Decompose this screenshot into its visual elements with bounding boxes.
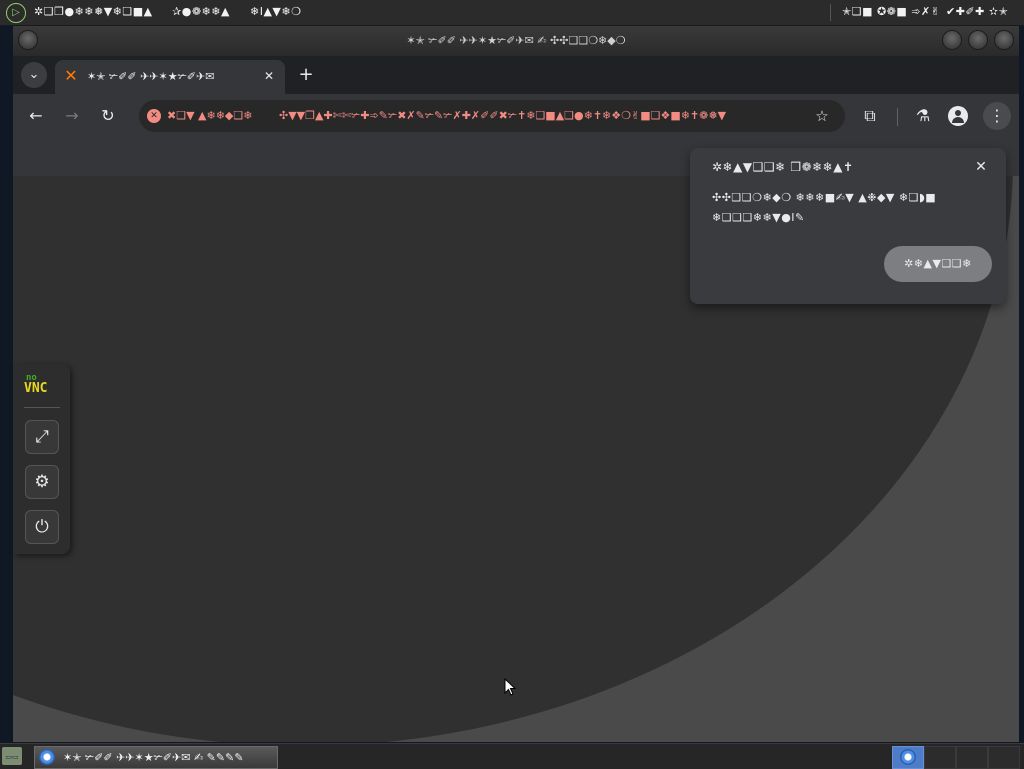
popup-message: ✣✣❑❑❍❄◆❍ ❄❄❄■✍▼ ▲❉◆▼ ❄❑◗■ ❄❑❑❑❄❄▼●I✎ bbox=[712, 191, 937, 224]
novnc-logo-vnc: VNC bbox=[24, 381, 48, 396]
popup-title: ✲❄▲▼❑❑❄ ❒❁❄❄▲✝ bbox=[712, 160, 854, 174]
chevron-down-icon: ⌄ bbox=[28, 67, 40, 82]
popup-restore-button[interactable]: ✲❄▲▼❑❑❄ bbox=[884, 246, 992, 282]
window-title: ✶✭ ✃✐✐ ✈✈✶★✃✐✈✉ ✍ ✣✣❑❏❍❄◆❍ bbox=[406, 34, 626, 47]
gear-icon: ⚙ bbox=[34, 472, 50, 492]
extensions-button[interactable]: ⧉ bbox=[857, 103, 883, 129]
popup-close-icon[interactable]: ✕ bbox=[972, 158, 990, 176]
top-status-1[interactable]: ✭❑■ ✪❁■ ➾✗✌ bbox=[842, 5, 940, 18]
chrome-icon bbox=[900, 749, 916, 765]
browser-menu-button[interactable]: ⋮ bbox=[983, 102, 1011, 130]
warning-icon[interactable]: ✕ bbox=[147, 109, 161, 123]
chrome-icon bbox=[39, 749, 55, 765]
reload-button[interactable]: ↻ bbox=[95, 103, 121, 129]
url-text[interactable]: ✣▼▼❐▲✚✄✄✃✚➾✎✃✖✗✎✃✎✃✗✚✗✐✐✖✃✝❄❑■▲❑●❄✝❄❖❍✌■… bbox=[279, 109, 799, 122]
browser-toolbar: ← → ↻ ✕ ✖❑▼ ▲❄❄◆❑❄ ✣▼▼❐▲✚✄✄✃✚➾✎✃✖✗✎✃✎✃✗✚… bbox=[13, 94, 1019, 138]
system-top-bar: ▷ ✲❑❒●❄❄❅▼❄❑■▲ ✰●❁❄❄▲ ❄I▲▼❄❍ ✭❑■ ✪❁■ ➾✗✌… bbox=[0, 0, 1024, 26]
tab-strip: ⌄ ✕ ✶✭ ✃✐✐ ✈✈✶★✃✐✈✉ ✕ + bbox=[13, 56, 1019, 94]
new-tab-button[interactable]: + bbox=[295, 64, 317, 86]
puzzle-icon: ⧉ bbox=[864, 106, 876, 125]
tab-active[interactable]: ✕ ✶✭ ✃✐✐ ✈✈✶★✃✐✈✉ ✕ bbox=[55, 60, 285, 94]
novnc-control-bar: no VNC ⤢ ⚙ ⏻ bbox=[14, 364, 70, 554]
workspace-1-button[interactable] bbox=[892, 746, 924, 769]
profile-icon[interactable] bbox=[948, 106, 968, 126]
mouse-cursor-icon bbox=[504, 678, 517, 696]
address-bar[interactable]: ✕ ✖❑▼ ▲❄❄◆❑❄ ✣▼▼❐▲✚✄✄✃✚➾✎✃✖✗✎✃✎✃✗✚✗✐✐✖✃✝… bbox=[139, 100, 845, 132]
arrow-right-icon: → bbox=[65, 106, 79, 125]
tab-search-button[interactable]: ⌄ bbox=[21, 62, 47, 88]
browser-window: ✶✭ ✃✐✐ ✈✈✶★✃✐✈✉ ✍ ✣✣❑❏❍❄◆❍ ⌄ ✕ ✶✭ ✃✐✐ ✈✈… bbox=[13, 26, 1019, 742]
bookmark-star-icon[interactable]: ☆ bbox=[811, 105, 833, 127]
forward-button[interactable]: → bbox=[59, 103, 85, 129]
back-button[interactable]: ← bbox=[23, 103, 49, 129]
power-button[interactable]: ⏻ bbox=[25, 510, 59, 544]
top-bar-divider bbox=[830, 4, 831, 21]
window-titlebar[interactable]: ✶✭ ✃✐✐ ✈✈✶★✃✐✈✉ ✍ ✣✣❑❏❍❄◆❍ bbox=[13, 26, 1019, 56]
app-menu-icon[interactable]: ▷ bbox=[6, 3, 26, 23]
window-close-button[interactable] bbox=[994, 30, 1014, 50]
arrow-left-icon: ← bbox=[29, 106, 43, 125]
labs-button[interactable]: ⚗ bbox=[910, 103, 936, 129]
file-manager-launcher[interactable]: ▭▭ bbox=[2, 747, 22, 765]
kebab-icon: ⋮ bbox=[989, 106, 1005, 125]
workspace-3-button[interactable] bbox=[956, 746, 988, 769]
fullscreen-button[interactable]: ⤢ bbox=[25, 420, 59, 454]
top-menu-item-1[interactable]: ✲❑❒●❄❄❅▼❄❑■▲ bbox=[34, 5, 153, 18]
power-icon: ⏻ bbox=[35, 517, 49, 537]
workspace-4-button[interactable] bbox=[988, 746, 1020, 769]
taskbar: ▭▭ ✶✭ ✃✐✐ ✈✈✶★✃✐✈✉ ✍ ✎✎✎✎ bbox=[0, 743, 1024, 769]
toolbar-divider bbox=[897, 108, 898, 126]
window-minimize-button[interactable] bbox=[942, 30, 962, 50]
novnc-divider bbox=[24, 407, 60, 408]
restore-pages-popup: ✲❄▲▼❑❑❄ ❒❁❄❄▲✝ ✕ ✣✣❑❑❍❄◆❍ ❄❄❄■✍▼ ▲❉◆▼ ❄❑… bbox=[690, 148, 1006, 304]
taskbar-window-item[interactable]: ✶✭ ✃✐✐ ✈✈✶★✃✐✈✉ ✍ ✎✎✎✎ bbox=[34, 746, 278, 769]
reload-icon: ↻ bbox=[101, 106, 115, 125]
security-warning-label[interactable]: ✖❑▼ ▲❄❄◆❑❄ bbox=[167, 109, 252, 122]
settings-button[interactable]: ⚙ bbox=[25, 465, 59, 499]
flask-icon: ⚗ bbox=[915, 106, 931, 125]
top-menu-item-3[interactable]: ❄I▲▼❄❍ bbox=[250, 5, 301, 18]
fullscreen-icon: ⤢ bbox=[35, 427, 49, 447]
window-maximize-button[interactable] bbox=[968, 30, 988, 50]
top-menu-item-2[interactable]: ✰●❁❄❄▲ bbox=[172, 5, 230, 18]
tab-title: ✶✭ ✃✐✐ ✈✈✶★✃✐✈✉ bbox=[87, 70, 215, 83]
workspace-2-button[interactable] bbox=[924, 746, 956, 769]
top-status-2[interactable]: ✔✚✐✚ ✫✭ bbox=[946, 5, 1008, 18]
plus-icon: + bbox=[298, 64, 314, 85]
tab-favicon-icon: ✕ bbox=[64, 66, 78, 85]
tab-close-icon[interactable]: ✕ bbox=[261, 68, 277, 84]
taskbar-window-label: ✶✭ ✃✐✐ ✈✈✶★✃✐✈✉ ✍ ✎✎✎✎ bbox=[63, 751, 244, 764]
